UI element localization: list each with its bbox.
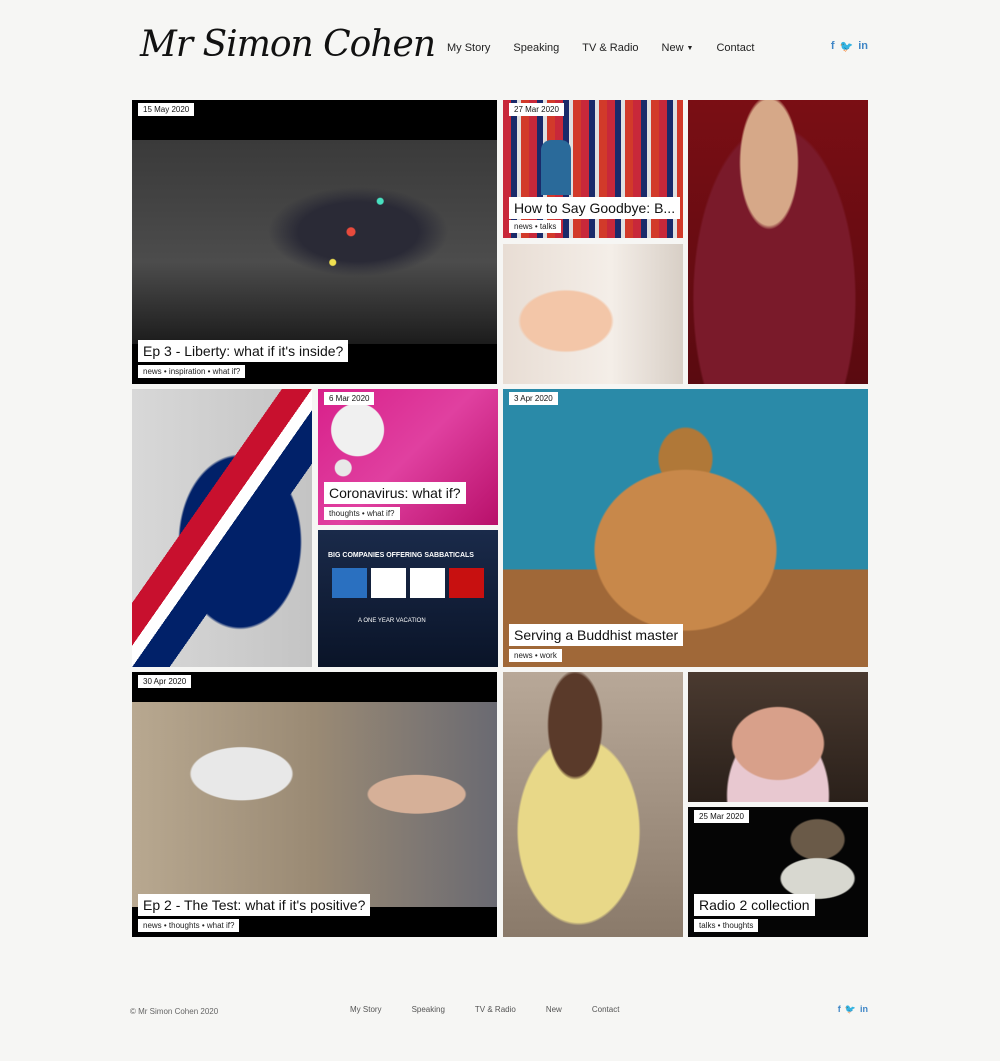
footer-copyright: © Mr Simon Cohen 2020	[130, 1007, 219, 1016]
caret-down-icon: ▼	[686, 44, 694, 52]
footer-social: f 🐦 in	[838, 1004, 868, 1015]
post-title[interactable]: Coronavirus: what if?	[324, 482, 466, 504]
nav-contact[interactable]: Contact	[716, 42, 754, 54]
post-tags[interactable]: news • thoughts • what if?	[138, 919, 240, 932]
tile-coronavirus[interactable]: 6 Mar 2020 Coronavirus: what if? thought…	[318, 389, 498, 525]
musician-image	[503, 672, 683, 937]
footer-nav-contact[interactable]: Contact	[592, 1005, 620, 1014]
nav-my-story[interactable]: My Story	[447, 42, 490, 54]
tv-headline: BIG COMPANIES OFFERING SABBATICALS	[328, 552, 474, 559]
dalai-lama-image	[688, 100, 868, 384]
post-title[interactable]: Ep 3 - Liberty: what if it's inside?	[138, 340, 349, 362]
post-date: 6 Mar 2020	[324, 392, 375, 405]
post-tags[interactable]: news • talks	[509, 220, 562, 233]
intel-logo	[410, 568, 445, 598]
tile-the-test[interactable]: 30 Apr 2020 Ep 2 - The Test: what if it'…	[132, 672, 497, 937]
facebook-icon[interactable]: f	[831, 40, 835, 53]
linkedin-icon[interactable]: in	[860, 1004, 868, 1015]
post-title[interactable]: Ep 2 - The Test: what if it's positive?	[138, 894, 371, 916]
post-date: 25 Mar 2020	[694, 810, 749, 823]
tile-how-to-say-goodbye[interactable]: 27 Mar 2020 How to Say Goodbye: B... new…	[503, 100, 683, 238]
union-jack-image	[132, 389, 312, 667]
girl-portrait-image	[688, 672, 868, 802]
grandfather-baby-image	[132, 702, 497, 907]
tile-buddhist[interactable]: 3 Apr 2020 Serving a Buddhist master new…	[503, 389, 868, 667]
general-mills-logo	[371, 568, 406, 598]
nav-tv-radio[interactable]: TV & Radio	[582, 42, 638, 54]
post-title[interactable]: Serving a Buddhist master	[509, 624, 684, 646]
tile-sabbaticals[interactable]: BIG COMPANIES OFFERING SABBATICALS A ONE…	[318, 530, 498, 667]
tile-baby[interactable]	[503, 244, 683, 384]
tile-radio2[interactable]: 25 Mar 2020 Radio 2 collection talks • t…	[688, 807, 868, 937]
facebook-icon[interactable]: f	[838, 1004, 841, 1015]
baby-image	[503, 244, 683, 384]
tv-news-image	[318, 530, 498, 667]
header-social: f 🐦 in	[831, 40, 868, 53]
post-title[interactable]: Radio 2 collection	[694, 894, 815, 916]
twitter-icon[interactable]: 🐦	[840, 40, 854, 53]
thought-cloud-image	[318, 389, 498, 525]
footer-nav-new[interactable]: New	[546, 1005, 562, 1014]
post-date: 15 May 2020	[138, 103, 195, 116]
footer-nav-speaking[interactable]: Speaking	[412, 1005, 445, 1014]
speaker-figure	[541, 140, 571, 195]
post-tags[interactable]: talks • thoughts	[694, 919, 759, 932]
mcdonalds-logo	[449, 568, 484, 598]
post-date: 27 Mar 2020	[509, 103, 564, 116]
twitter-icon[interactable]: 🐦	[845, 1004, 856, 1015]
tile-musician[interactable]	[503, 672, 683, 937]
nav-new[interactable]: New ▼	[662, 42, 694, 54]
footer-nav: My Story Speaking TV & Radio New Contact	[350, 1005, 649, 1014]
tile-dalai-lama[interactable]	[688, 100, 868, 384]
company-logos	[332, 568, 484, 598]
site-logo[interactable]: Mr Simon Cohen	[140, 24, 436, 65]
linkedin-icon[interactable]: in	[858, 40, 868, 53]
post-tags[interactable]: news • work	[509, 649, 562, 662]
main-nav: My Story Speaking TV & Radio New ▼ Contac…	[447, 42, 777, 54]
footer-nav-tv-radio[interactable]: TV & Radio	[475, 1005, 516, 1014]
post-date: 3 Apr 2020	[509, 392, 558, 405]
amex-logo	[332, 568, 367, 598]
post-tags[interactable]: news • inspiration • what if?	[138, 365, 246, 378]
tile-liberty[interactable]: 15 May 2020 Ep 3 - Liberty: what if it's…	[132, 100, 497, 384]
wizard-image	[688, 807, 868, 937]
tile-union-jack[interactable]	[132, 389, 312, 667]
tv-subheadline: A ONE YEAR VACATION	[358, 618, 426, 624]
post-title[interactable]: How to Say Goodbye: B...	[509, 197, 681, 219]
post-tags[interactable]: thoughts • what if?	[324, 507, 400, 520]
footer-nav-my-story[interactable]: My Story	[350, 1005, 382, 1014]
nav-speaking[interactable]: Speaking	[513, 42, 559, 54]
tile-girl-portrait[interactable]	[688, 672, 868, 802]
nav-new-label: New	[661, 42, 684, 54]
liberty-image	[132, 140, 497, 344]
post-date: 30 Apr 2020	[138, 675, 192, 688]
